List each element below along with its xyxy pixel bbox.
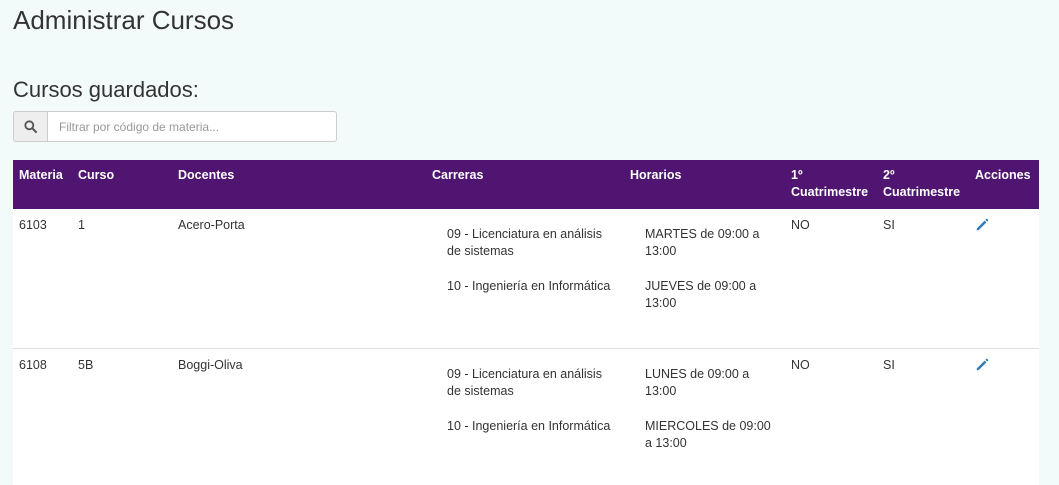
page-title: Administrar Cursos (13, 4, 234, 36)
cell-cuatrimestre-1: NO (785, 209, 877, 349)
horario-item: JUEVES de 09:00 a 13:00 (645, 278, 779, 312)
cell-materia: 6108 (13, 349, 72, 485)
column-header-acciones: Acciones (969, 160, 1039, 209)
horario-item: LUNES de 09:00 a 13:00 (645, 366, 779, 400)
horarios-list: LUNES de 09:00 a 13:00 MIERCOLES de 09:0… (630, 366, 779, 452)
pencil-icon[interactable] (975, 218, 989, 232)
search-icon (13, 111, 47, 142)
cell-horarios: LUNES de 09:00 a 13:00 MIERCOLES de 09:0… (624, 349, 785, 485)
carreras-list: 09 - Licenciatura en análisis de sistema… (432, 226, 618, 295)
cell-materia: 6103 (13, 209, 72, 349)
carreras-list: 09 - Licenciatura en análisis de sistema… (432, 366, 618, 435)
column-header-cuatrimestre-2: 2º Cuatrimestre (877, 160, 969, 209)
filter-input[interactable] (47, 111, 337, 142)
cell-curso: 5B (72, 349, 172, 485)
horarios-list: MARTES de 09:00 a 13:00 JUEVES de 09:00 … (630, 226, 779, 312)
cell-acciones (969, 209, 1039, 349)
carrera-item: 10 - Ingeniería en Informática (447, 418, 618, 435)
cell-curso: 1 (72, 209, 172, 349)
cell-carreras: 09 - Licenciatura en análisis de sistema… (426, 349, 624, 485)
carrera-item: 09 - Licenciatura en análisis de sistema… (447, 366, 618, 400)
section-title: Cursos guardados: (13, 76, 199, 104)
cell-cuatrimestre-2: SI (877, 349, 969, 485)
cell-cuatrimestre-1: NO (785, 349, 877, 485)
column-header-materia: Materia (13, 160, 72, 209)
cell-docentes: Boggi-Oliva (172, 349, 426, 485)
horario-item: MIERCOLES de 09:00 a 13:00 (645, 418, 779, 452)
pencil-icon[interactable] (975, 358, 989, 372)
carrera-item: 10 - Ingeniería en Informática (447, 278, 618, 295)
column-header-docentes: Docentes (172, 160, 426, 209)
courses-table: Materia Curso Docentes Carreras Horarios… (13, 160, 1039, 485)
cell-horarios: MARTES de 09:00 a 13:00 JUEVES de 09:00 … (624, 209, 785, 349)
carrera-item: 09 - Licenciatura en análisis de sistema… (447, 226, 618, 260)
cell-carreras: 09 - Licenciatura en análisis de sistema… (426, 209, 624, 349)
cell-cuatrimestre-2: SI (877, 209, 969, 349)
column-header-cuatrimestre-1: 1º Cuatrimestre (785, 160, 877, 209)
table-row: 6103 1 Acero-Porta 09 - Licenciatura en … (13, 209, 1039, 349)
cell-docentes: Acero-Porta (172, 209, 426, 349)
table-header-row: Materia Curso Docentes Carreras Horarios… (13, 160, 1039, 209)
cell-acciones (969, 349, 1039, 485)
column-header-horarios: Horarios (624, 160, 785, 209)
horario-item: MARTES de 09:00 a 13:00 (645, 226, 779, 260)
column-header-carreras: Carreras (426, 160, 624, 209)
filter-input-group (13, 111, 337, 142)
column-header-curso: Curso (72, 160, 172, 209)
table-row: 6108 5B Boggi-Oliva 09 - Licenciatura en… (13, 349, 1039, 485)
